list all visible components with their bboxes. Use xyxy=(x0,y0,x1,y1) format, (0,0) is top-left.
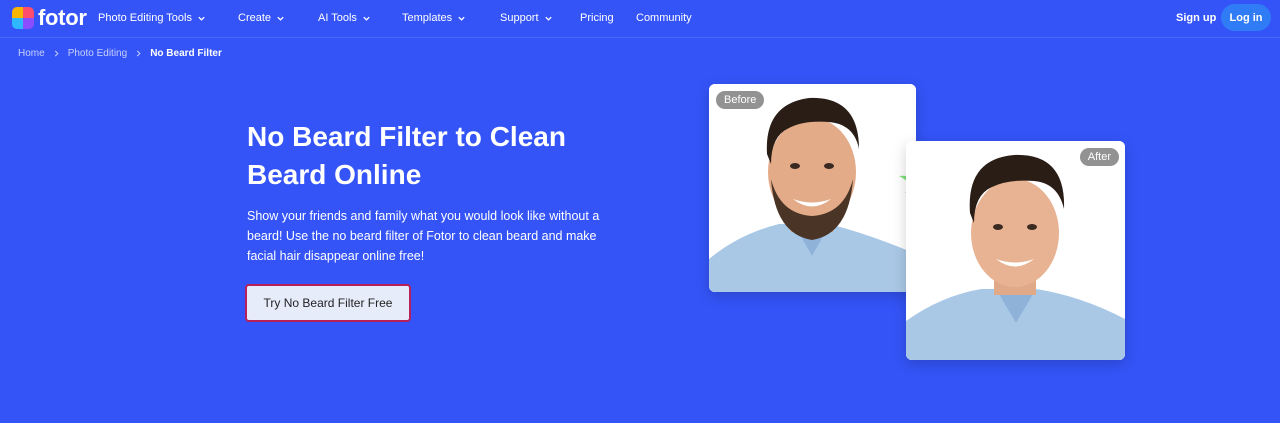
nav-label: Photo Editing Tools xyxy=(98,12,192,24)
nav-label: Support xyxy=(500,12,539,24)
page-title: No Beard Filter to Clean Beard Online xyxy=(247,121,566,190)
breadcrumb-home[interactable]: Home xyxy=(18,48,45,59)
chevron-right-icon xyxy=(137,50,141,57)
chevron-down-icon xyxy=(277,16,284,21)
after-image: After xyxy=(906,141,1125,360)
login-button[interactable]: Log in xyxy=(1221,4,1271,31)
breadcrumb-current: No Beard Filter xyxy=(150,48,222,59)
chevron-down-icon xyxy=(544,16,552,21)
chevron-down-icon xyxy=(198,16,205,21)
nav-community[interactable]: Community xyxy=(636,11,692,25)
nav-templates[interactable]: Templates xyxy=(402,11,466,25)
nav-label: Pricing xyxy=(580,12,614,24)
before-label: Before xyxy=(716,91,765,109)
after-portrait-illustration xyxy=(906,141,1125,360)
breadcrumb-photo-editing[interactable]: Photo Editing xyxy=(68,48,128,59)
before-image: Before xyxy=(709,84,916,292)
before-portrait-illustration xyxy=(709,84,916,292)
nav-label: Templates xyxy=(402,12,453,24)
signup-link[interactable]: Sign up xyxy=(1176,12,1216,24)
nav-photo-editing-tools[interactable]: Photo Editing Tools xyxy=(98,11,206,25)
breadcrumb: Home Photo Editing No Beard Filter xyxy=(18,48,222,59)
chevron-down-icon xyxy=(458,16,465,21)
nav-label: AI Tools xyxy=(318,12,357,24)
after-label: After xyxy=(1079,148,1119,166)
nav-label: Create xyxy=(238,12,272,24)
logo-text: fotor xyxy=(38,5,87,30)
top-navbar: fotor Photo Editing Tools Create AI Tool… xyxy=(0,0,1280,38)
hero-description: Show your friends and family what you wo… xyxy=(247,209,600,263)
fotor-logo[interactable]: fotor xyxy=(12,7,87,29)
chevron-right-icon xyxy=(54,50,59,57)
nav-pricing[interactable]: Pricing xyxy=(580,11,614,25)
try-no-beard-filter-button[interactable]: Try No Beard Filter Free xyxy=(245,284,411,322)
nav-support[interactable]: Support xyxy=(500,11,553,25)
nav-create[interactable]: Create xyxy=(238,11,285,25)
chevron-down-icon xyxy=(363,16,370,21)
fotor-logo-icon xyxy=(12,7,34,29)
nav-label: Community xyxy=(636,12,692,24)
nav-ai-tools[interactable]: AI Tools xyxy=(318,11,371,25)
